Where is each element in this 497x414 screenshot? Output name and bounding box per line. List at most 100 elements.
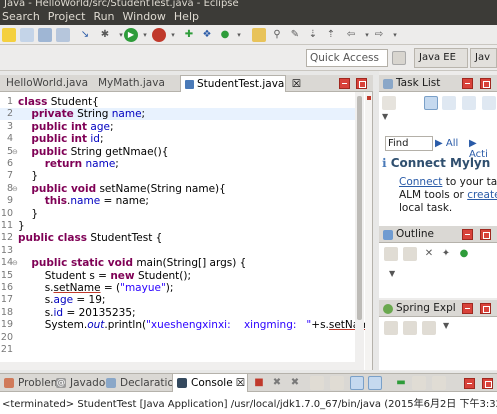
new-class-icon[interactable]: ● xyxy=(218,28,232,42)
code-line[interactable]: 18 s.id = 20135235; xyxy=(0,307,355,319)
prev-annotation-icon[interactable]: ⇡ xyxy=(324,28,338,42)
code-text[interactable]: public int age; xyxy=(18,121,113,133)
scroll-lock-icon[interactable] xyxy=(330,376,344,390)
minimize-editor-icon[interactable] xyxy=(339,78,350,89)
hide-nonpublic-icon[interactable]: ✦ xyxy=(439,247,453,261)
sort-icon[interactable] xyxy=(384,247,398,261)
quick-access-input[interactable]: Quick Access xyxy=(306,49,388,67)
overview-ruler[interactable] xyxy=(365,92,372,370)
create-link[interactable]: create xyxy=(467,189,497,201)
connect-link[interactable]: Connect xyxy=(399,176,442,188)
maximize-outline-icon[interactable] xyxy=(480,229,491,240)
open-console-icon[interactable] xyxy=(432,376,446,390)
code-text[interactable]: Student s = new Student(); xyxy=(18,270,191,282)
code-line[interactable]: 10 } xyxy=(0,208,355,220)
code-editor[interactable]: 1 class Student{2 private String name; 3 p… xyxy=(0,92,373,370)
print-icon[interactable] xyxy=(56,28,70,42)
run-icon[interactable]: ▶ xyxy=(124,28,138,42)
editor-scroll-thumb[interactable] xyxy=(357,96,362,320)
search-icon[interactable]: ⚲ xyxy=(270,28,284,42)
filter-all-link[interactable]: ▶ All xyxy=(435,138,458,149)
spring-view-menu-icon[interactable]: ▼ xyxy=(443,321,449,330)
editor-horizontal-scrollbar[interactable] xyxy=(0,362,355,370)
focus-icon[interactable] xyxy=(482,96,496,110)
code-text[interactable]: s.age = 19; xyxy=(18,294,106,306)
fold-toggle-icon[interactable]: ⊖ xyxy=(12,185,18,193)
fold-toggle-icon[interactable]: ⊖ xyxy=(12,148,18,156)
code-line[interactable]: 17 s.age = 19; xyxy=(0,294,355,306)
code-text[interactable]: public String getNmae(){ xyxy=(18,146,168,158)
code-line[interactable]: 13 xyxy=(0,245,355,257)
pin-console-icon[interactable] xyxy=(412,376,426,390)
code-text[interactable]: return name; xyxy=(18,158,119,170)
code-line[interactable]: 20 xyxy=(0,332,355,344)
minimize-task-list-icon[interactable] xyxy=(462,78,473,89)
run-dropdown-icon[interactable]: ▾ xyxy=(138,28,152,42)
code-line[interactable]: 3 public int age; xyxy=(0,121,355,133)
code-line[interactable]: 16 s.setName = ("mayue"); xyxy=(0,282,355,294)
forward-icon[interactable]: ⇨ xyxy=(372,28,386,42)
remove-all-launches-icon[interactable]: ✖ xyxy=(288,376,302,390)
tab-studenttest-java[interactable]: StudentTest.java ☒ xyxy=(180,75,301,92)
code-text[interactable]: private String name; xyxy=(18,108,145,120)
spring-filter-icon[interactable] xyxy=(422,321,436,335)
spring-collapse-icon[interactable] xyxy=(384,321,398,335)
minimize-console-icon[interactable] xyxy=(464,378,475,389)
code-line[interactable]: 21 xyxy=(0,344,355,356)
menu-project[interactable]: Project xyxy=(46,10,92,23)
code-line[interactable]: 9 this.name = name; xyxy=(0,195,355,207)
code-text[interactable]: } xyxy=(18,208,38,220)
tab-helloworld-java[interactable]: HelloWorld.java xyxy=(0,75,88,92)
code-text[interactable]: public class StudentTest { xyxy=(18,232,162,244)
menu-search[interactable]: Search xyxy=(0,10,46,23)
code-line[interactable]: 6 return name; xyxy=(0,158,355,170)
code-line[interactable]: 12 public class StudentTest { xyxy=(0,232,355,244)
forward-dropdown-icon[interactable]: ▾ xyxy=(388,28,402,42)
save-all-icon[interactable] xyxy=(38,28,52,42)
tab-mymath-java[interactable]: MyMath.java xyxy=(92,75,172,92)
perspective-java[interactable]: Jav xyxy=(470,48,497,68)
code-text[interactable]: public static void main(String[] args) { xyxy=(18,257,246,269)
tab-problems[interactable]: Problems xyxy=(0,374,66,392)
maximize-task-list-icon[interactable] xyxy=(480,78,491,89)
tab-declaration[interactable]: Declaration xyxy=(102,374,181,392)
new-class-dropdown-icon[interactable]: ▾ xyxy=(232,28,246,42)
clear-console-icon[interactable] xyxy=(310,376,324,390)
debug-icon[interactable]: ✱ xyxy=(98,28,112,42)
code-line[interactable]: 19 System.out.println("xueshengxinxi: xi… xyxy=(0,319,372,331)
outline-view-menu-icon[interactable]: ▼ xyxy=(389,269,395,278)
code-text[interactable]: s.setName = ("mayue"); xyxy=(18,282,174,294)
minimize-outline-icon[interactable] xyxy=(462,229,473,240)
close-icon[interactable]: ☒ xyxy=(236,377,245,389)
code-text[interactable]: this.name = name; xyxy=(18,195,149,207)
menu-window[interactable]: Window xyxy=(121,10,172,23)
view-menu-icon[interactable]: ▼ xyxy=(382,112,388,121)
next-annotation-icon[interactable]: ⇣ xyxy=(306,28,320,42)
error-marker[interactable] xyxy=(367,96,371,100)
back-icon[interactable]: ⇦ xyxy=(344,28,358,42)
maximize-spring-icon[interactable] xyxy=(480,303,491,314)
pen-icon[interactable]: ✎ xyxy=(288,28,302,42)
code-text[interactable]: s.id = 20135235; xyxy=(18,307,136,319)
menu-run[interactable]: Run xyxy=(91,10,120,23)
new-icon[interactable] xyxy=(2,28,16,42)
remove-launch-icon[interactable]: ✖ xyxy=(270,376,284,390)
hide-static-icon[interactable]: ✕ xyxy=(422,247,436,261)
show-on-stdout-icon[interactable] xyxy=(350,376,364,390)
scheduled-icon[interactable] xyxy=(442,96,456,110)
code-text[interactable]: public int id; xyxy=(18,133,103,145)
code-line[interactable]: 8 ⊖ public void setName(String name){ xyxy=(0,183,355,195)
code-line[interactable]: 2 private String name; xyxy=(0,108,355,121)
code-text[interactable]: class Student{ xyxy=(18,96,99,108)
task-find-input[interactable]: Find xyxy=(385,136,433,151)
fold-toggle-icon[interactable]: ⊖ xyxy=(12,259,18,267)
external-tools-icon[interactable] xyxy=(152,28,166,42)
code-line[interactable]: 7 } xyxy=(0,170,355,182)
menu-help[interactable]: Help xyxy=(172,10,205,23)
close-icon[interactable]: ☒ xyxy=(292,78,301,90)
code-text[interactable]: } xyxy=(18,170,38,182)
new-task-icon[interactable] xyxy=(382,96,396,110)
new-package-icon[interactable]: ❖ xyxy=(200,28,214,42)
open-perspective-icon[interactable] xyxy=(392,51,406,65)
save-icon[interactable] xyxy=(20,28,34,42)
